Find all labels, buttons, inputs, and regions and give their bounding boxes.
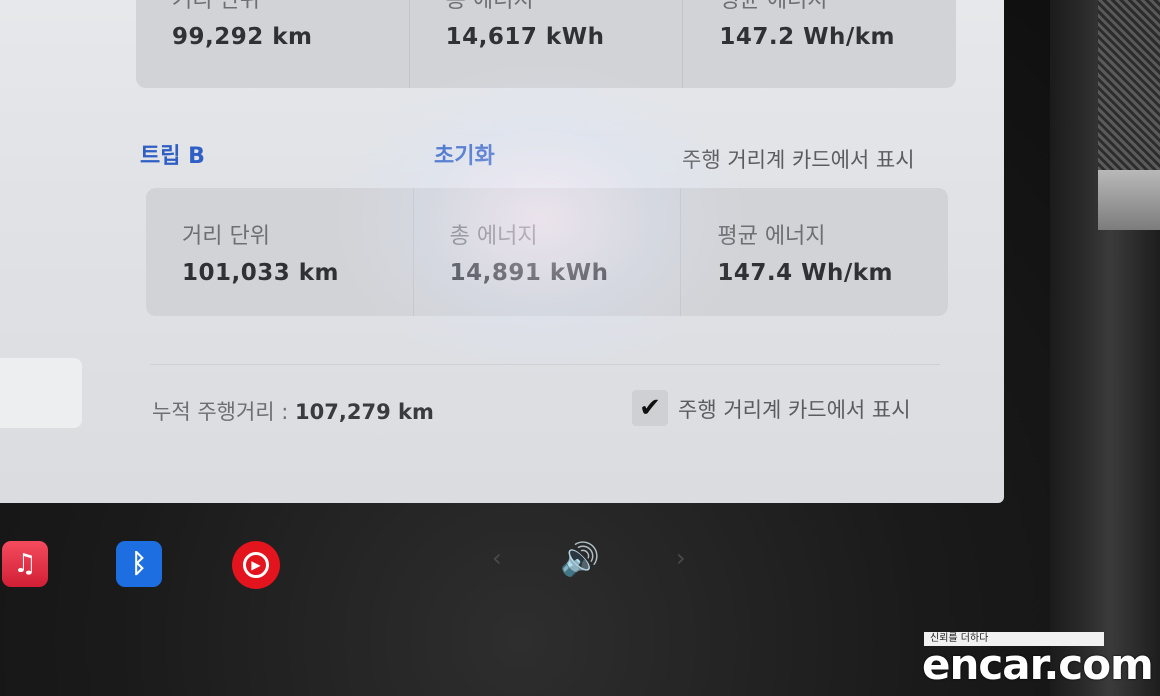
trip-a-energy-label: 총 에너지 [445, 0, 534, 13]
trip-a-avg-energy: 평균 에너지 147.2 Wh/km [682, 0, 956, 88]
trip-b-card: 거리 단위 101,033 km 총 에너지 14,891 kWh 평균 에너지… [146, 188, 948, 316]
chevron-right-icon[interactable]: › [676, 544, 686, 572]
trip-a-distance-value: 99,292 km [172, 24, 313, 50]
trip-b-distance: 거리 단위 101,033 km [146, 188, 413, 316]
trip-a-avg-energy-value: 147.2 Wh/km [719, 24, 896, 50]
trip-b-energy-label: 총 에너지 [449, 224, 538, 249]
trip-a-distance-label: 거리 단위 [172, 0, 260, 13]
chevron-left-icon[interactable]: ‹ [492, 544, 502, 572]
odometer: 누적 주행거리 : 107,279 km [152, 396, 434, 426]
trip-b-reset-button[interactable]: 초기화 [434, 138, 495, 170]
trips-screen: 거리 단위 99,292 km 총 에너지 14,617 kWh 평균 에너지 … [0, 0, 1004, 503]
divider [150, 364, 940, 365]
trip-b-energy: 총 에너지 14,891 kWh [412, 188, 681, 316]
show-on-odometer-card-checkbox[interactable]: ✔ [632, 390, 668, 426]
bluetooth-icon[interactable]: ᛒ [116, 541, 162, 587]
trip-b-distance-value: 101,033 km [182, 260, 340, 286]
odometer-value: 107,279 km [295, 400, 434, 424]
music-icon[interactable]: ♫ [2, 541, 48, 587]
side-panel-button[interactable] [0, 358, 82, 428]
trip-a-energy: 총 에너지 14,617 kWh [408, 0, 683, 88]
trip-b-avg-energy-label: 평균 에너지 [717, 224, 826, 249]
youtube-music-icon[interactable]: ▶ [232, 541, 280, 589]
air-vent [1098, 0, 1160, 170]
trip-b-avg-energy-value: 147.4 Wh/km [717, 260, 894, 286]
trip-b-distance-label: 거리 단위 [182, 224, 270, 249]
trip-a-energy-value: 14,617 kWh [445, 24, 605, 50]
trip-a-distance: 거리 단위 99,292 km [136, 0, 409, 88]
trip-b-avg-energy: 평균 에너지 147.4 Wh/km [680, 188, 948, 316]
watermark-logo: encar.com [922, 640, 1154, 689]
volume-icon[interactable]: 🔊 [560, 540, 600, 578]
odometer-label: 누적 주행거리 : [152, 400, 289, 424]
trip-b-title: 트립 B [140, 144, 205, 169]
checkmark-icon: ✔ [639, 393, 661, 423]
trip-b-show-on-card-option[interactable]: 주행 거리계 카드에서 표시 [682, 144, 915, 174]
trip-a-card: 거리 단위 99,292 km 총 에너지 14,617 kWh 평균 에너지 … [136, 0, 956, 88]
dashboard-trim [1098, 170, 1160, 230]
trip-b-energy-value: 14,891 kWh [449, 260, 609, 286]
show-on-odometer-card-label[interactable]: 주행 거리계 카드에서 표시 [678, 394, 911, 424]
trip-a-avg-energy-label: 평균 에너지 [719, 0, 828, 13]
